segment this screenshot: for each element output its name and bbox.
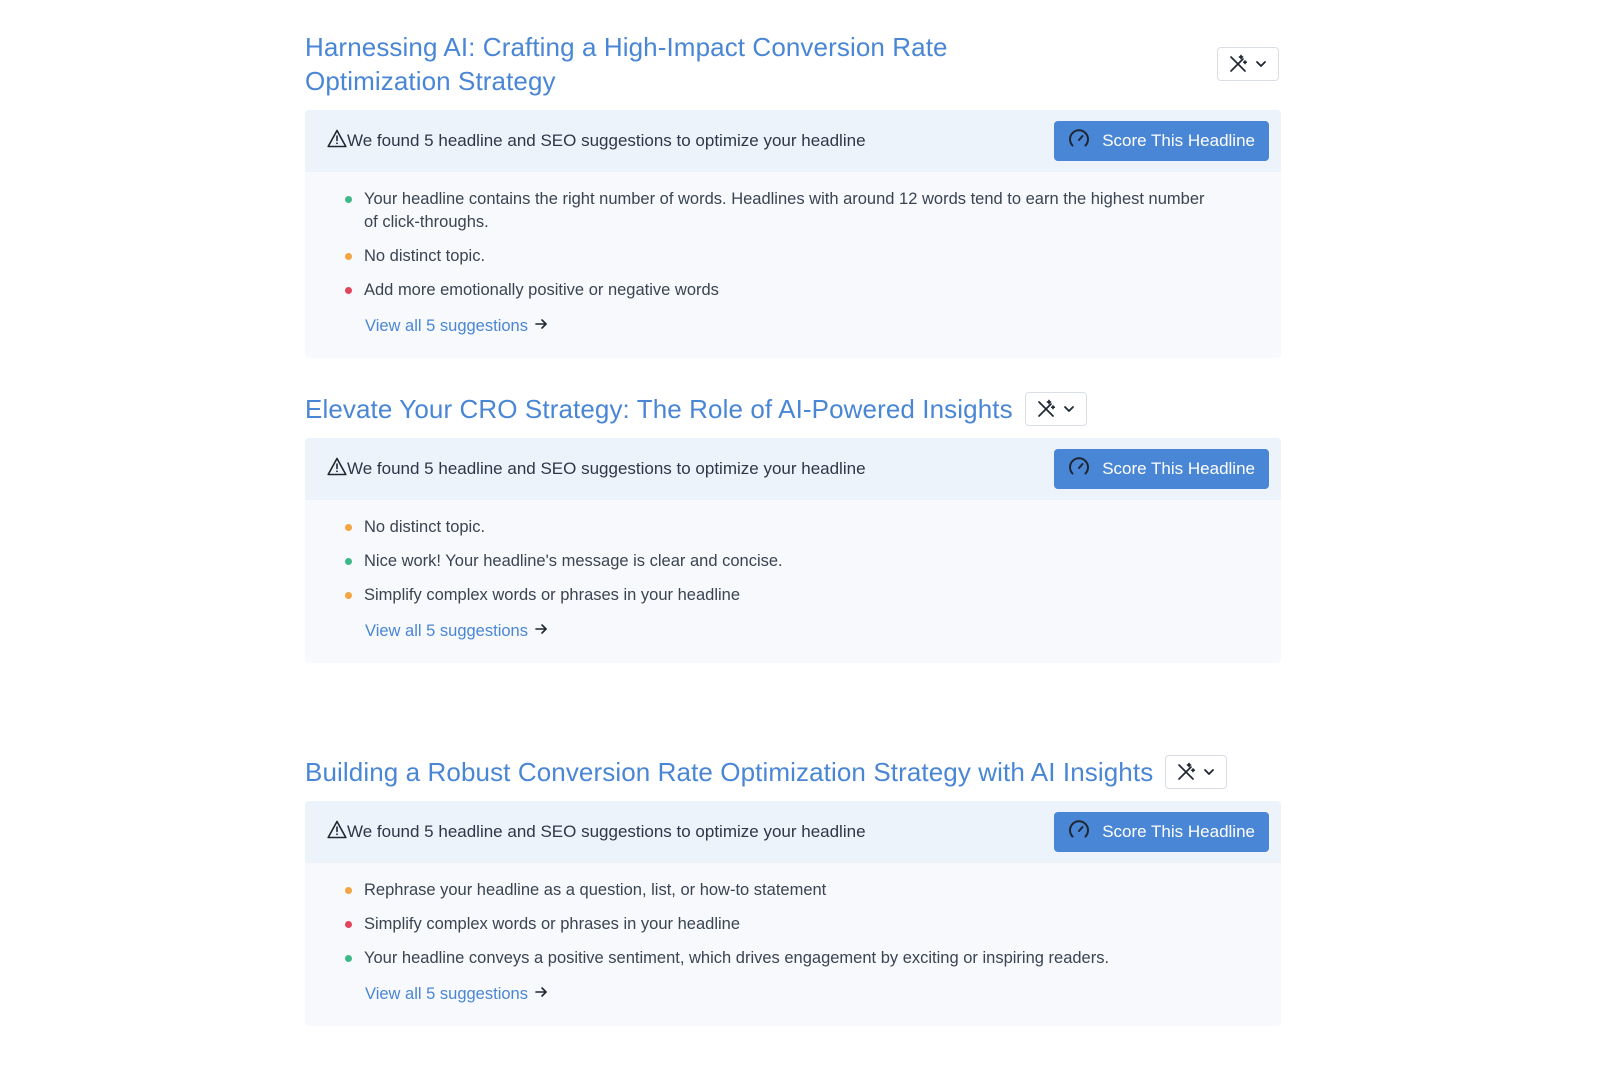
suggestions-panel: We found 5 headline and SEO suggestions … xyxy=(305,438,1281,663)
ai-rewrite-dropdown[interactable] xyxy=(1217,47,1279,81)
status-dot-bad xyxy=(345,921,352,928)
suggestions-header: We found 5 headline and SEO suggestions … xyxy=(305,438,1281,500)
score-button-label: Score This Headline xyxy=(1102,131,1255,150)
headline-title-row: Elevate Your CRO Strategy: The Role of A… xyxy=(305,392,1281,426)
alert-message: We found 5 headline and SEO suggestions … xyxy=(327,820,866,844)
suggestions-list: No distinct topic. Nice work! Your headl… xyxy=(305,500,1281,663)
suggestion-item: Your headline contains the right number … xyxy=(345,188,1281,234)
alert-text: We found 5 headline and SEO suggestions … xyxy=(347,459,866,478)
warning-icon xyxy=(327,457,347,481)
suggestion-text: Simplify complex words or phrases in you… xyxy=(364,915,741,933)
suggestions-list: Rephrase your headline as a question, li… xyxy=(305,863,1281,1026)
suggestions-header: We found 5 headline and SEO suggestions … xyxy=(305,801,1281,863)
warning-icon xyxy=(327,129,347,153)
suggestion-item: Rephrase your headline as a question, li… xyxy=(345,879,1281,902)
headline-card-3: Building a Robust Conversion Rate Optimi… xyxy=(305,755,1281,1026)
suggestion-item: No distinct topic. xyxy=(345,245,1281,268)
view-all-suggestions-link[interactable]: View all 5 suggestions xyxy=(365,317,548,336)
status-dot-warn xyxy=(345,592,352,599)
suggestion-item: No distinct topic. xyxy=(345,516,1281,539)
status-dot-good xyxy=(345,196,352,203)
magic-wand-icon xyxy=(1176,762,1196,782)
headline-title: Building a Robust Conversion Rate Optimi… xyxy=(305,757,1154,787)
suggestion-text: Rephrase your headline as a question, li… xyxy=(364,881,827,899)
score-button-label: Score This Headline xyxy=(1102,459,1255,478)
headline-title-row: Building a Robust Conversion Rate Optimi… xyxy=(305,755,1281,789)
score-headline-button[interactable]: Score This Headline xyxy=(1054,121,1269,161)
suggestion-item: Add more emotionally positive or negativ… xyxy=(345,279,1281,302)
status-dot-warn xyxy=(345,253,352,260)
suggestions-panel: We found 5 headline and SEO suggestions … xyxy=(305,110,1281,358)
arrow-right-icon xyxy=(534,622,548,641)
alert-text: We found 5 headline and SEO suggestions … xyxy=(347,131,866,150)
suggestion-text: No distinct topic. xyxy=(364,247,486,265)
score-button-label: Score This Headline xyxy=(1102,822,1255,841)
suggestion-item: Simplify complex words or phrases in you… xyxy=(345,584,1281,607)
suggestions-panel: We found 5 headline and SEO suggestions … xyxy=(305,801,1281,1026)
chevron-down-icon xyxy=(1202,765,1216,779)
status-dot-warn xyxy=(345,524,352,531)
view-all-label: View all 5 suggestions xyxy=(365,317,528,335)
suggestion-text: No distinct topic. xyxy=(364,518,486,536)
magic-wand-icon xyxy=(1228,54,1248,74)
alert-message: We found 5 headline and SEO suggestions … xyxy=(327,129,866,153)
ai-rewrite-dropdown[interactable] xyxy=(1024,392,1087,426)
suggestion-item: Nice work! Your headline's message is cl… xyxy=(345,550,1281,573)
status-dot-good xyxy=(345,955,352,962)
arrow-right-icon xyxy=(534,317,548,336)
headline-card-2: Elevate Your CRO Strategy: The Role of A… xyxy=(305,392,1281,663)
suggestion-item: Simplify complex words or phrases in you… xyxy=(345,913,1281,936)
view-all-suggestions-link[interactable]: View all 5 suggestions xyxy=(365,622,548,641)
magic-wand-icon xyxy=(1036,399,1056,419)
view-all-suggestions-link[interactable]: View all 5 suggestions xyxy=(365,985,548,1004)
warning-icon xyxy=(327,820,347,844)
speedometer-icon xyxy=(1068,456,1090,483)
headline-card-1: Harnessing AI: Crafting a High-Impact Co… xyxy=(305,30,1281,358)
alert-message: We found 5 headline and SEO suggestions … xyxy=(327,457,866,481)
chevron-down-icon xyxy=(1254,57,1268,71)
speedometer-icon xyxy=(1068,819,1090,846)
alert-text: We found 5 headline and SEO suggestions … xyxy=(347,822,866,841)
headline-title: Harnessing AI: Crafting a High-Impact Co… xyxy=(305,32,948,96)
speedometer-icon xyxy=(1068,128,1090,155)
score-headline-button[interactable]: Score This Headline xyxy=(1054,812,1269,852)
suggestions-header: We found 5 headline and SEO suggestions … xyxy=(305,110,1281,172)
suggestion-text: Add more emotionally positive or negativ… xyxy=(364,281,719,299)
suggestion-item: Your headline conveys a positive sentime… xyxy=(345,947,1281,970)
suggestion-text: Your headline contains the right number … xyxy=(364,190,1205,231)
arrow-right-icon xyxy=(534,985,548,1004)
chevron-down-icon xyxy=(1062,402,1076,416)
status-dot-warn xyxy=(345,887,352,894)
suggestion-text: Nice work! Your headline's message is cl… xyxy=(364,552,783,570)
suggestion-text: Your headline conveys a positive sentime… xyxy=(364,949,1110,967)
headline-title: Elevate Your CRO Strategy: The Role of A… xyxy=(305,394,1013,424)
score-headline-button[interactable]: Score This Headline xyxy=(1054,449,1269,489)
view-all-label: View all 5 suggestions xyxy=(365,985,528,1003)
suggestions-list: Your headline contains the right number … xyxy=(305,172,1281,358)
headline-title-row: Harnessing AI: Crafting a High-Impact Co… xyxy=(305,30,1281,98)
status-dot-good xyxy=(345,558,352,565)
view-all-label: View all 5 suggestions xyxy=(365,622,528,640)
suggestion-text: Simplify complex words or phrases in you… xyxy=(364,586,741,604)
status-dot-bad xyxy=(345,287,352,294)
ai-rewrite-dropdown[interactable] xyxy=(1165,755,1228,789)
